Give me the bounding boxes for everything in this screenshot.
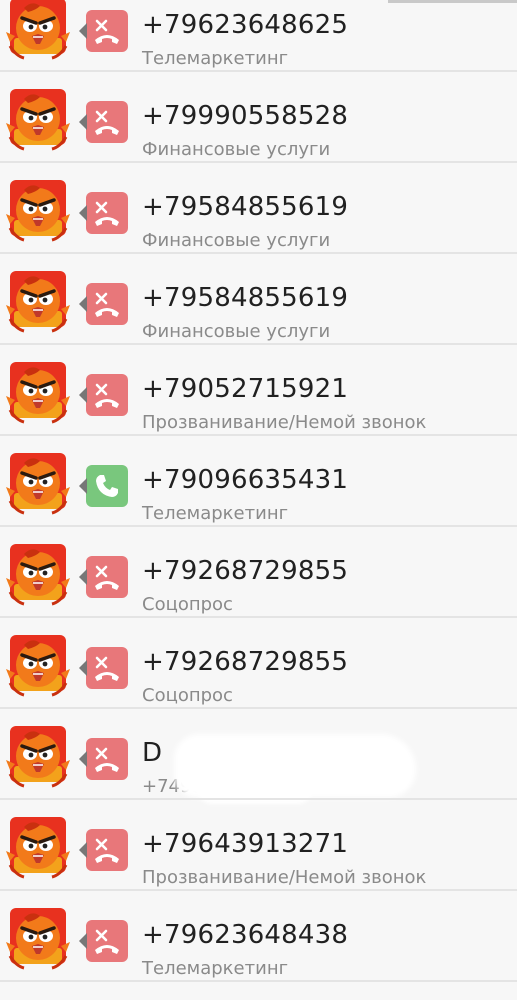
missed-call-icon [79,10,128,52]
call-log-row[interactable]: +79623648438 Телемаркетинг [0,892,517,982]
row-divider [0,798,517,800]
angry-bird-avatar-icon [6,89,70,151]
call-log-row[interactable]: +79096635431 Телемаркетинг [0,437,517,527]
angry-bird-avatar-icon [6,726,70,788]
phone-number: +79990558528 [142,101,349,131]
call-category-label: Финансовые услуги [142,139,331,160]
call-category-label: Соцопрос [142,594,233,615]
redaction-smudge [200,774,310,800]
row-divider [0,707,517,709]
row-divider [0,434,517,436]
row-divider [0,525,517,527]
phone-number: +79584855619 [142,283,349,313]
missed-call-icon [79,283,128,325]
call-category-label: Телемаркетинг [142,503,289,524]
incoming-call-icon [79,465,128,507]
row-divider [0,616,517,618]
call-log-row[interactable]: +79990558528 Финансовые услуги [0,73,517,163]
row-divider [0,70,517,72]
call-log-list: +79623648625 Телемаркетинг +79990558528 Фи… [0,0,517,1000]
call-log-row[interactable]: +79584855619 Финансовые услуги [0,255,517,345]
missed-call-icon [79,920,128,962]
phone-number: +79268729855 [142,556,349,586]
phone-number: D [142,738,163,768]
call-category-label: Финансовые услуги [142,321,331,342]
phone-number: +79584855619 [142,192,349,222]
missed-call-icon [79,738,128,780]
angry-bird-avatar-icon [6,635,70,697]
call-log-row[interactable]: +79268729855 Соцопрос [0,619,517,709]
missed-call-icon [79,647,128,689]
call-category-label: Финансовые услуги [142,230,331,251]
call-log-row[interactable]: +79643913271 Прозванивание/Немой звонок [0,801,517,891]
missed-call-icon [79,192,128,234]
call-category-label: Прозванивание/Немой звонок [142,867,427,888]
call-log-row[interactable]: +79052715921 Прозванивание/Немой звонок [0,346,517,436]
angry-bird-avatar-icon [6,180,70,242]
missed-call-icon [79,829,128,871]
call-log-row[interactable]: D +7499 [0,710,517,800]
angry-bird-avatar-icon [6,544,70,606]
phone-number: +79623648625 [142,10,349,40]
angry-bird-avatar-icon [6,453,70,515]
call-category-label: Телемаркетинг [142,48,289,69]
row-divider [0,252,517,254]
call-category-label: Прозванивание/Немой звонок [142,412,427,433]
call-category-label: Телемаркетинг [142,958,289,979]
row-divider [0,343,517,345]
missed-call-icon [79,101,128,143]
angry-bird-avatar-icon [6,362,70,424]
row-divider [0,161,517,163]
phone-number: +79052715921 [142,374,349,404]
call-log-row[interactable]: +79584855619 Финансовые услуги [0,164,517,254]
angry-bird-avatar-icon [6,0,70,60]
angry-bird-avatar-icon [6,908,70,970]
phone-number: +79268729855 [142,647,349,677]
phone-number: +79643913271 [142,829,349,859]
row-divider [0,980,517,982]
angry-bird-avatar-icon [6,271,70,333]
phone-number: +79096635431 [142,465,349,495]
missed-call-icon [79,374,128,416]
phone-number: +79623648438 [142,920,349,950]
call-category-label: Соцопрос [142,685,233,706]
missed-call-icon [79,556,128,598]
call-log-row[interactable]: +79623648625 Телемаркетинг [0,0,517,72]
angry-bird-avatar-icon [6,817,70,879]
row-divider [0,889,517,891]
call-log-row[interactable]: +79268729855 Соцопрос [0,528,517,618]
